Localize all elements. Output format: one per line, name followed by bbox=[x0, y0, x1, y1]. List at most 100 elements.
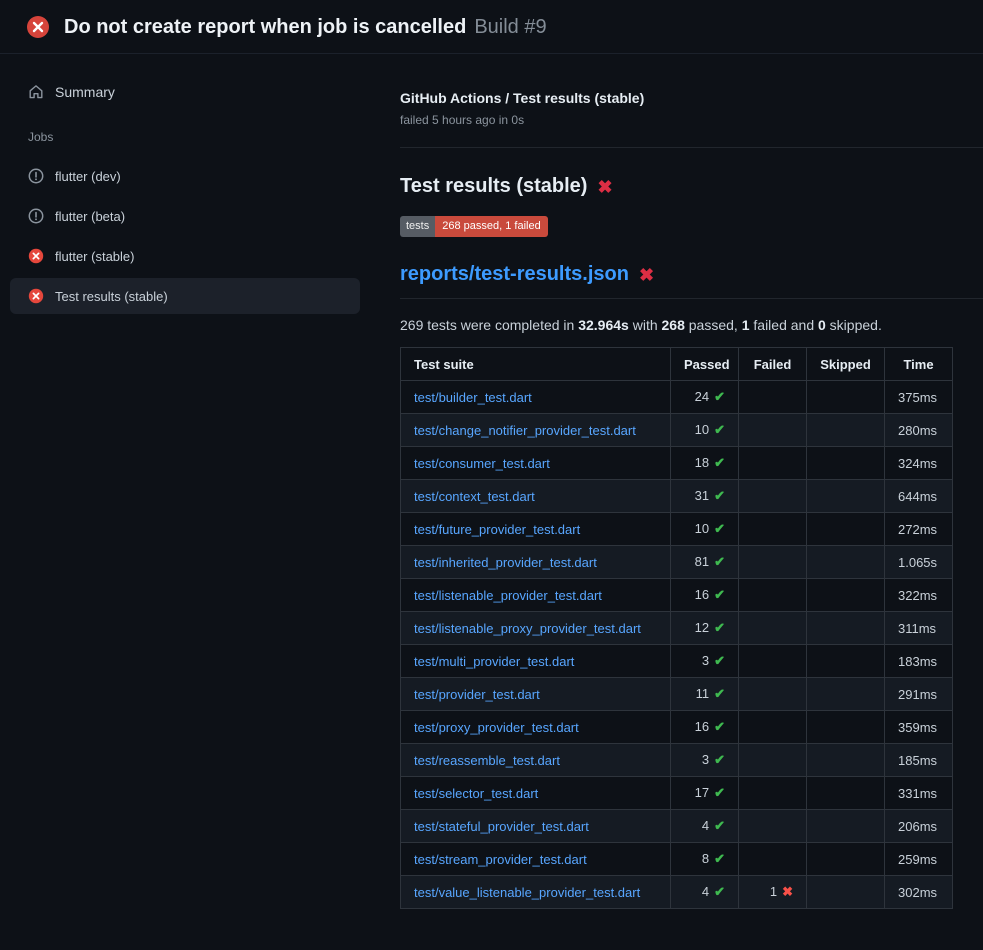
table-row: test/change_notifier_provider_test.dart … bbox=[401, 414, 953, 447]
test-suite-link[interactable]: test/change_notifier_provider_test.dart bbox=[414, 423, 636, 438]
table-row: test/consumer_test.dart 18✔ 324ms bbox=[401, 447, 953, 480]
passed-count: 11 bbox=[696, 686, 710, 701]
time-value: 259ms bbox=[885, 843, 953, 876]
test-suite-link[interactable]: test/inherited_provider_test.dart bbox=[414, 555, 597, 570]
table-row: test/stream_provider_test.dart 8 ✔ 259ms bbox=[401, 843, 953, 876]
check-icon: ✔ bbox=[714, 686, 725, 701]
page-title: Do not create report when job is cancell… bbox=[64, 16, 466, 38]
time-value: 272ms bbox=[885, 513, 953, 546]
time-value: 185ms bbox=[885, 744, 953, 777]
sidebar-job-flutter-beta[interactable]: flutter (beta) bbox=[10, 198, 360, 234]
table-row: test/value_listenable_provider_test.dart… bbox=[401, 876, 953, 909]
passed-count: 24 bbox=[695, 389, 709, 404]
tests-summary-line: 269 tests were completed in 32.964s with… bbox=[400, 317, 952, 333]
test-suite-link[interactable]: test/provider_test.dart bbox=[414, 687, 540, 702]
check-icon: ✔ bbox=[714, 521, 725, 536]
breadcrumb: GitHub Actions / Test results (stable) bbox=[400, 90, 952, 106]
passed-count: 10 bbox=[695, 422, 709, 437]
passed-count: 8 bbox=[702, 851, 709, 866]
table-row: test/inherited_provider_test.dart 81✔ 1.… bbox=[401, 546, 953, 579]
time-value: 206ms bbox=[885, 810, 953, 843]
check-icon: ✔ bbox=[714, 752, 725, 767]
tests-badge: tests 268 passed, 1 failed bbox=[400, 216, 548, 237]
table-row: test/future_provider_test.dart 10 ✔ 272ms bbox=[401, 513, 953, 546]
jobs-heading: Jobs bbox=[28, 130, 370, 144]
test-suite-link[interactable]: test/multi_provider_test.dart bbox=[414, 654, 574, 669]
time-value: 1.065s bbox=[885, 546, 953, 579]
skipped-total: 0 bbox=[818, 317, 826, 333]
passed-count: 31 bbox=[695, 488, 709, 503]
check-icon: ✔ bbox=[714, 554, 725, 569]
passed-count: 17 bbox=[695, 785, 709, 800]
job-label: flutter (dev) bbox=[55, 169, 121, 184]
jobs-list: flutter (dev) flutter (beta) flutter (st… bbox=[0, 158, 370, 314]
check-icon: ✔ bbox=[714, 851, 725, 866]
check-icon: ✔ bbox=[714, 455, 725, 470]
test-suite-link[interactable]: test/reassemble_test.dart bbox=[414, 753, 560, 768]
test-suite-link[interactable]: test/listenable_provider_test.dart bbox=[414, 588, 602, 603]
time-value: 291ms bbox=[885, 678, 953, 711]
sidebar-item-summary[interactable]: Summary bbox=[10, 76, 360, 108]
job-label: Test results (stable) bbox=[55, 289, 168, 304]
x-circle-icon bbox=[28, 288, 44, 304]
cross-mark-icon: ✖ bbox=[597, 178, 612, 196]
check-icon: ✔ bbox=[714, 422, 725, 437]
job-label: flutter (stable) bbox=[55, 249, 134, 264]
table-row: test/reassemble_test.dart 3✔ 185ms bbox=[401, 744, 953, 777]
cross-mark-icon: ✖ bbox=[639, 266, 654, 284]
sidebar-job-flutter-stable[interactable]: flutter (stable) bbox=[10, 238, 360, 274]
sidebar: Summary Jobs flutter (dev) flutter (beta… bbox=[0, 54, 370, 318]
check-icon: ✔ bbox=[714, 719, 725, 734]
header-divider bbox=[400, 147, 983, 148]
table-row: test/listenable_proxy_provider_test.dart… bbox=[401, 612, 953, 645]
badge-value: 268 passed, 1 failed bbox=[435, 216, 547, 237]
check-icon: ✔ bbox=[714, 818, 725, 833]
test-suite-link[interactable]: test/context_test.dart bbox=[414, 489, 535, 504]
failed-status-icon bbox=[26, 15, 50, 39]
test-suite-link[interactable]: test/listenable_proxy_provider_test.dart bbox=[414, 621, 641, 636]
passed-count: 3 bbox=[702, 653, 709, 668]
passed-count: 16 bbox=[695, 587, 709, 602]
check-icon: ✔ bbox=[714, 620, 725, 635]
test-suite-link[interactable]: test/builder_test.dart bbox=[414, 390, 532, 405]
check-icon: ✔ bbox=[714, 488, 725, 503]
table-row: test/builder_test.dart 24✔ 375ms bbox=[401, 381, 953, 414]
job-label: flutter (beta) bbox=[55, 209, 125, 224]
column-header-failed: Failed bbox=[739, 348, 807, 381]
x-circle-icon bbox=[28, 248, 44, 264]
table-row: test/proxy_provider_test.dart 16 ✔ 359ms bbox=[401, 711, 953, 744]
time-value: 183ms bbox=[885, 645, 953, 678]
report-file-link[interactable]: reports/test-results.json bbox=[400, 263, 629, 286]
test-suite-link[interactable]: test/proxy_provider_test.dart bbox=[414, 720, 579, 735]
column-header-passed: Passed bbox=[671, 348, 739, 381]
time-value: 311ms bbox=[885, 612, 953, 645]
report-heading-row: reports/test-results.json ✖ bbox=[400, 263, 983, 299]
check-icon: ✔ bbox=[714, 389, 725, 404]
time-value: 280ms bbox=[885, 414, 953, 447]
sidebar-job-test-results-stable[interactable]: Test results (stable) bbox=[10, 278, 360, 314]
time-value: 331ms bbox=[885, 777, 953, 810]
test-suite-link[interactable]: test/stateful_provider_test.dart bbox=[414, 819, 589, 834]
table-row: test/context_test.dart 31 ✔ 644ms bbox=[401, 480, 953, 513]
check-icon: ✔ bbox=[714, 587, 725, 602]
test-suite-link[interactable]: test/selector_test.dart bbox=[414, 786, 538, 801]
test-suite-link[interactable]: test/future_provider_test.dart bbox=[414, 522, 580, 537]
column-header-test-suite: Test suite bbox=[401, 348, 671, 381]
duration-value: 32.964s bbox=[578, 317, 629, 333]
column-header-time: Time bbox=[885, 348, 953, 381]
sidebar-job-flutter-dev[interactable]: flutter (dev) bbox=[10, 158, 360, 194]
test-suite-link[interactable]: test/value_listenable_provider_test.dart bbox=[414, 885, 640, 900]
passed-count: 16 bbox=[695, 719, 709, 734]
test-suite-link[interactable]: test/stream_provider_test.dart bbox=[414, 852, 587, 867]
cancelled-icon bbox=[28, 168, 44, 184]
test-suite-link[interactable]: test/consumer_test.dart bbox=[414, 456, 550, 471]
time-value: 322ms bbox=[885, 579, 953, 612]
passed-count: 10 bbox=[695, 521, 709, 536]
time-value: 324ms bbox=[885, 447, 953, 480]
time-value: 644ms bbox=[885, 480, 953, 513]
page-title-row: Do not create report when job is cancell… bbox=[64, 16, 547, 39]
time-value: 359ms bbox=[885, 711, 953, 744]
passed-count: 12 bbox=[695, 620, 709, 635]
check-icon: ✔ bbox=[714, 785, 725, 800]
time-value: 302ms bbox=[885, 876, 953, 909]
